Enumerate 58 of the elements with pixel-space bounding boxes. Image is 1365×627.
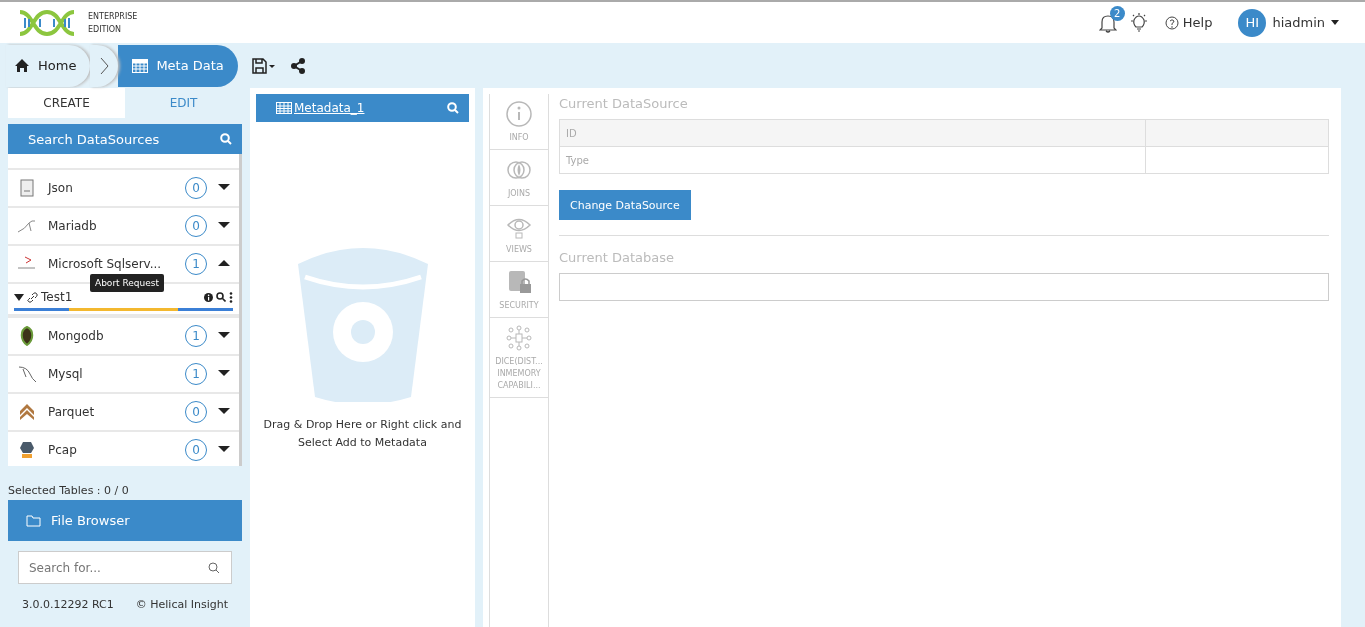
search-field[interactable]: Search for... — [18, 551, 232, 584]
drop-hint: Drag & Drop Here or Right click and Select Add to Metadata — [262, 417, 463, 451]
table-cell: Type — [559, 146, 1146, 174]
chevrons-icon — [19, 403, 35, 421]
dna-logo-icon — [18, 9, 76, 36]
tooltip: Abort Request — [90, 274, 165, 292]
caret-icon[interactable] — [217, 368, 231, 378]
save-icon[interactable] — [251, 57, 276, 74]
home-icon — [14, 58, 30, 73]
panel-tab[interactable]: CREATE — [8, 88, 125, 118]
metadata-tab[interactable]: Metadata_1 — [256, 94, 469, 122]
network-icon — [505, 323, 533, 352]
datasource-item[interactable]: Mongodb 1 — [8, 318, 239, 354]
datasource-item[interactable]: Mysql 1 — [8, 356, 239, 392]
version-label: 3.0.0.12292 RC1 — [22, 598, 114, 611]
caret-icon[interactable] — [217, 330, 231, 340]
lightbulb-icon[interactable] — [1128, 12, 1149, 33]
database-field[interactable] — [559, 273, 1329, 301]
chevron-right-icon — [99, 56, 109, 75]
caret-icon[interactable] — [14, 293, 24, 301]
info-icon — [505, 99, 533, 128]
datasource-item[interactable]: Parquet 0 — [8, 394, 239, 430]
selected-tables-label: Selected Tables : 0 / 0 — [8, 484, 130, 497]
table-icon — [276, 102, 292, 114]
table-cell: ID — [559, 119, 1146, 147]
help-link[interactable]: Help — [1182, 15, 1213, 30]
caret-icon[interactable] — [217, 406, 231, 416]
breadcrumb-item[interactable]: Meta Data — [118, 44, 238, 87]
info-icon[interactable] — [204, 292, 213, 302]
link-icon — [27, 291, 38, 303]
search-datasources-bar[interactable]: Search DataSources — [8, 124, 242, 154]
section-title: Current Database — [559, 250, 675, 265]
datasource-item[interactable]: Mariadb 0 — [8, 208, 239, 244]
more-icon[interactable] — [229, 291, 233, 303]
notification-badge: 2 — [1109, 5, 1125, 21]
caret-icon[interactable] — [217, 182, 231, 192]
caret-icon[interactable] — [1331, 20, 1339, 25]
caret-icon[interactable] — [217, 444, 231, 454]
table-icon — [132, 58, 149, 73]
caret-icon[interactable] — [217, 220, 231, 230]
file-browser-button[interactable]: File Browser — [8, 500, 242, 541]
edition-label: ENTERPRISE EDITION — [88, 10, 138, 36]
leaf-icon — [19, 326, 35, 346]
datasource-item[interactable]: Pcap 0 — [8, 432, 239, 466]
caret-icon[interactable] — [217, 258, 231, 268]
copyright-label: © Helical Insight — [135, 598, 228, 611]
datasource-item[interactable]: Json 0 — [8, 170, 239, 206]
section-title: Current DataSource — [559, 96, 689, 111]
folder-icon — [26, 514, 41, 527]
document-icon — [20, 179, 34, 197]
user-avatar[interactable]: HI — [1238, 8, 1267, 37]
change-datasource-button[interactable]: Change DataSource — [559, 190, 691, 220]
hexagon-icon — [19, 441, 35, 459]
search-icon[interactable] — [216, 292, 226, 302]
help-icon[interactable] — [1164, 15, 1179, 30]
username-menu[interactable]: hiadmin — [1272, 15, 1325, 30]
breadcrumb-item[interactable]: Home — [6, 44, 91, 87]
share-icon[interactable] — [289, 57, 306, 74]
